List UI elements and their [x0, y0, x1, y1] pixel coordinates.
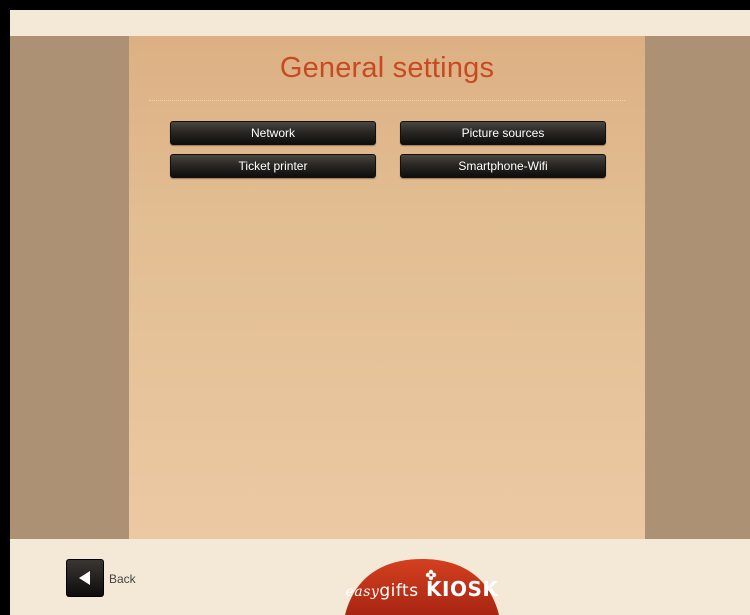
- footer-bar: Back easygifts KIOSK: [10, 539, 750, 615]
- logo-text: easygifts KIOSK: [345, 577, 499, 601]
- back-button[interactable]: [66, 559, 104, 597]
- settings-panel: General settings Network Picture sources…: [129, 36, 645, 539]
- network-button[interactable]: Network: [170, 121, 376, 145]
- triangle-left-icon: [79, 571, 90, 585]
- page-title: General settings: [279, 52, 495, 84]
- picture-sources-button[interactable]: Picture sources: [400, 121, 606, 145]
- logo-gifts: gifts: [379, 581, 419, 601]
- easygifts-kiosk-logo: easygifts KIOSK: [345, 555, 499, 615]
- ticket-printer-button[interactable]: Ticket printer: [170, 154, 376, 178]
- left-side-panel: [10, 36, 129, 539]
- logo-kiosk: KIOSK: [426, 577, 499, 601]
- right-side-panel: [645, 36, 750, 539]
- logo-easy: easy: [345, 584, 380, 600]
- smartphone-wifi-button[interactable]: Smartphone-Wifi: [400, 154, 606, 178]
- back-label: Back: [109, 572, 136, 586]
- title-divider: [149, 100, 625, 101]
- top-band: [10, 10, 750, 36]
- kiosk-screen: General settings Network Picture sources…: [10, 10, 750, 615]
